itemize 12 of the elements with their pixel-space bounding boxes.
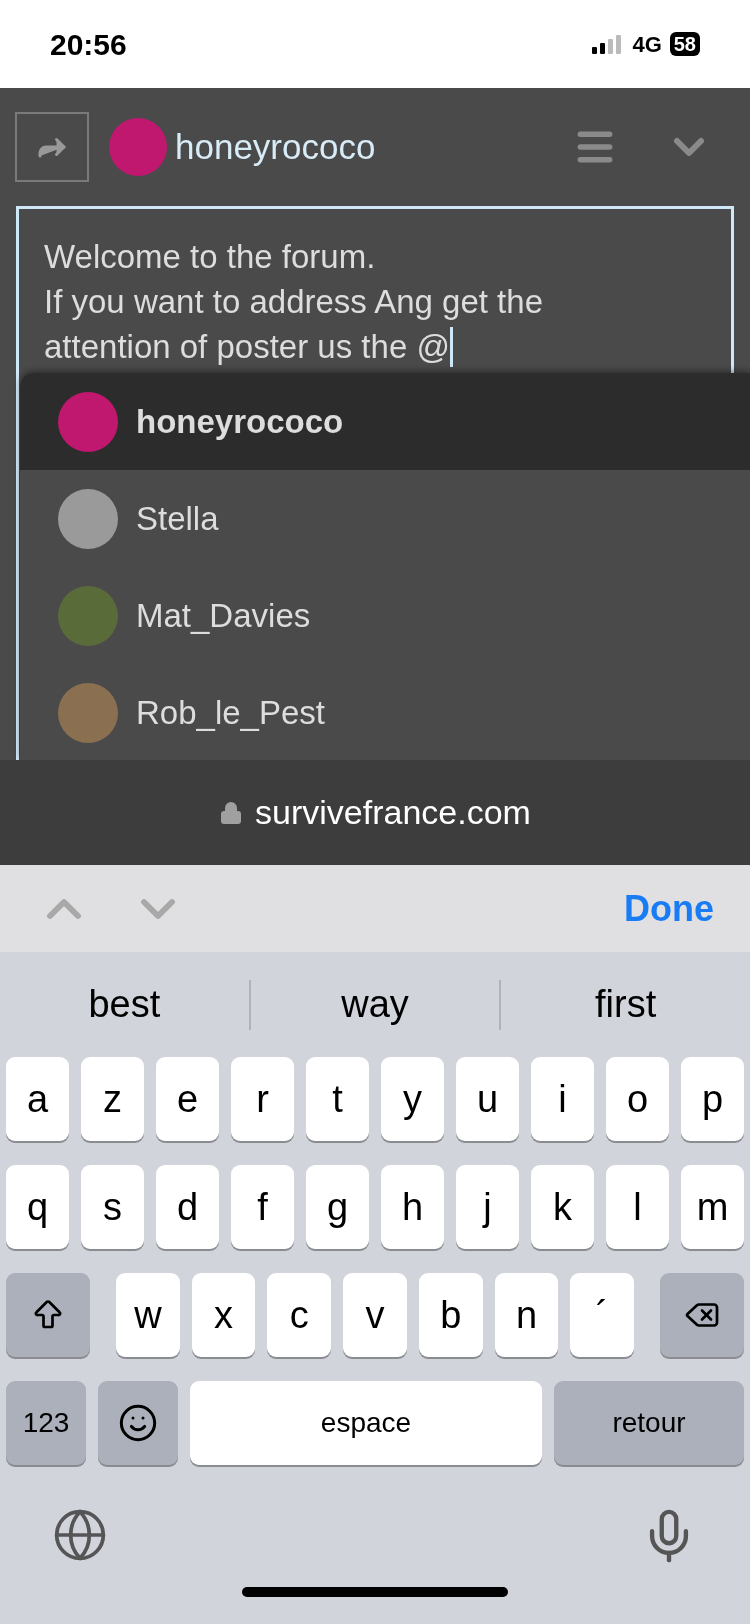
battery-indicator: 58 [669,32,700,56]
editor-text-line: attention of poster us the @ [44,327,450,367]
domain-text: survivefrance.com [255,792,531,833]
username: honeyrococo [175,125,376,168]
mention-name: Stella [136,498,219,539]
editor-text-line: Welcome to the forum. [44,237,376,277]
mention-name: Mat_Davies [136,595,311,636]
mention-name: Rob_le_Pest [136,692,325,733]
network-label: 4G [632,30,662,59]
clock-time: 20:56 [50,26,127,63]
editor-text-line: If you want to address Ang get the [44,282,543,322]
mention-name: honeyrococo [136,401,344,442]
